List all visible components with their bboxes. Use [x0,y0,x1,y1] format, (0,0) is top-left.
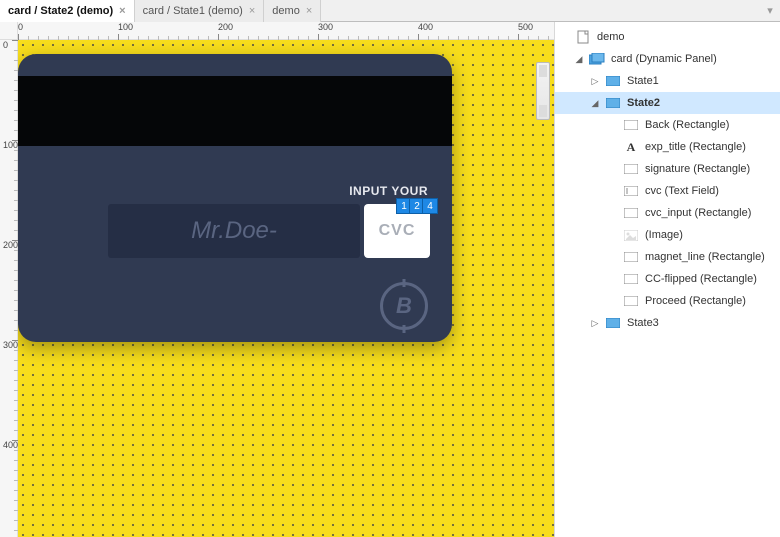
outline-label: Back (Rectangle) [643,119,729,131]
ruler-tick: 300 [318,22,333,32]
outline-state1[interactable]: ▷ State1 [555,70,780,92]
signature-text: Mr.Doe- [191,217,277,245]
shape-icon [623,184,639,198]
state-icon [605,316,621,330]
outline-label: State1 [625,75,659,87]
tab-state2[interactable]: card / State2 (demo) × [0,0,135,22]
outline-item-sig[interactable]: signature (Rectangle) [555,158,780,180]
collapse-toggle-icon[interactable]: ◢ [589,98,601,109]
shape-icon [623,162,639,176]
ruler-tick: 100 [118,22,133,32]
shape-icon [623,294,639,308]
ruler-tick: 400 [3,440,18,450]
outline-dynamic-panel[interactable]: ◢ card (Dynamic Panel) [555,48,780,70]
outline-label: demo [595,31,625,43]
shape-icon [623,228,639,242]
outline-item-back[interactable]: Back (Rectangle) [555,114,780,136]
app-root: card / State2 (demo) × card / State1 (de… [0,0,780,537]
outline-item-prc[interactable]: Proceed (Rectangle) [555,290,780,312]
dynamic-panel-icon [589,52,605,66]
outline-item-ccf[interactable]: CC-flipped (Rectangle) [555,268,780,290]
close-icon[interactable]: × [119,5,125,17]
canvas-viewport[interactable]: INPUT YOUR Mr.Doe- CVC 1 2 4 B [18,40,554,537]
signature-box[interactable]: Mr.Doe- [108,204,360,258]
outline-label: Proceed (Rectangle) [643,295,746,307]
state-icon [605,74,621,88]
tab-state1[interactable]: card / State1 (demo) × [135,0,265,22]
outline-label: cvc_input (Rectangle) [643,207,751,219]
shape-icon [623,272,639,286]
cvc-placeholder: CVC [379,222,416,240]
ruler-tick: 500 [518,22,533,32]
ruler-tick: 100 [3,140,18,150]
text-icon: A [623,140,639,154]
interaction-badge[interactable]: 4 [422,198,438,214]
outline-state3[interactable]: ▷ State3 [555,312,780,334]
ruler-corner [0,22,18,40]
canvas-pane: 0 100 200 300 400 500 0 100 200 300 400 500 INPUT … [0,22,555,537]
ruler-tick: 200 [3,240,18,250]
logo-letter: B [396,293,412,319]
close-icon[interactable]: × [306,5,312,17]
exp-title-label: INPUT YOUR [349,184,428,198]
tab-demo[interactable]: demo × [264,0,321,22]
outline-label: signature (Rectangle) [643,163,750,175]
close-icon[interactable]: × [249,5,255,17]
state-icon [605,96,621,110]
tab-bar: card / State2 (demo) × card / State1 (de… [0,0,780,22]
outline-label: State2 [625,97,660,109]
outline-item-img[interactable]: (Image) [555,224,780,246]
magnet-stripe [18,76,452,146]
outline-label: (Image) [643,229,683,241]
credit-card[interactable]: INPUT YOUR Mr.Doe- CVC 1 2 4 B [18,54,452,342]
ruler-tick: 200 [218,22,233,32]
tab-label: demo [272,5,300,17]
bitcoin-logo-icon: B [380,282,428,330]
outline-label: exp_title (Rectangle) [643,141,746,153]
main-split: 0 100 200 300 400 500 0 100 200 300 400 500 INPUT … [0,22,780,537]
outline-item-cvci[interactable]: cvc_input (Rectangle) [555,202,780,224]
outline-label: magnet_line (Rectangle) [643,251,765,263]
shape-icon [623,206,639,220]
expand-toggle-icon[interactable]: ▷ [589,76,601,87]
tab-label: card / State1 (demo) [143,5,243,17]
shape-icon [623,250,639,264]
collapse-toggle-icon[interactable]: ◢ [573,54,585,65]
ruler-tick: 400 [418,22,433,32]
ruler-tick: 300 [3,340,18,350]
scrollbar-vertical[interactable] [536,62,550,120]
outline-root-page[interactable]: demo [555,26,780,48]
tab-label: card / State2 (demo) [8,5,113,17]
tab-overflow-arrow[interactable]: ▾ [760,4,780,17]
ruler-tick: 0 [18,22,23,32]
page-icon [575,30,591,44]
expand-toggle-icon[interactable]: ▷ [589,318,601,329]
outline-item-exp[interactable]: Aexp_title (Rectangle) [555,136,780,158]
ruler-tick: 0 [3,40,8,50]
interaction-badges: 1 2 4 [399,198,438,214]
outline-state2[interactable]: ◢ State2 [555,92,780,114]
outline-label: cvc (Text Field) [643,185,719,197]
outline-panel: demo ◢ card (Dynamic Panel) ▷ State1 ◢ [555,22,780,537]
outline-item-cvc[interactable]: cvc (Text Field) [555,180,780,202]
ruler-horizontal[interactable]: 0 100 200 300 400 500 [18,22,554,40]
outline-item-mag[interactable]: magnet_line (Rectangle) [555,246,780,268]
shape-icon [623,118,639,132]
outline-label: card (Dynamic Panel) [609,53,717,65]
outline-label: State3 [625,317,659,329]
outline-label: CC-flipped (Rectangle) [643,273,757,285]
ruler-vertical[interactable]: 0100200300400500 [0,40,18,537]
